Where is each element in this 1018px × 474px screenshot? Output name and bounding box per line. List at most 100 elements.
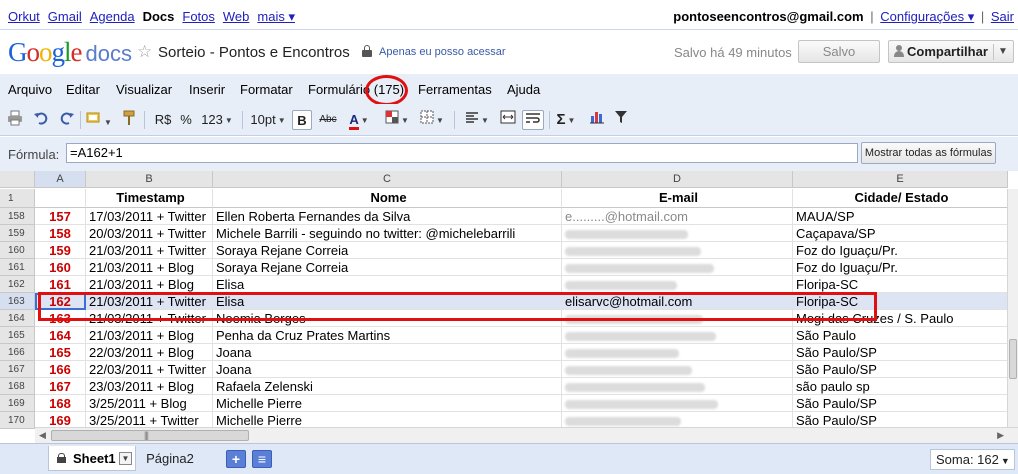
cell-cidade[interactable]: são paulo sp (793, 378, 1008, 395)
cell-email[interactable] (562, 327, 793, 344)
header-cell-nome[interactable]: Nome (213, 189, 562, 208)
cell-email[interactable]: e.........@hotmail.com (562, 208, 793, 225)
cell-index[interactable]: 160 (35, 259, 86, 276)
cell-index[interactable]: 167 (35, 378, 86, 395)
bold-button[interactable]: B (292, 110, 312, 130)
cell-cidade[interactable]: Foz do Iguaçu/Pr. (793, 259, 1008, 276)
row-header[interactable]: 164 (0, 310, 35, 327)
column-header-e[interactable]: E (793, 171, 1008, 188)
scroll-left-icon[interactable]: ◀ (39, 430, 46, 441)
formula-input[interactable]: =A162+1 (66, 143, 858, 163)
row-header[interactable]: 167 (0, 361, 35, 378)
save-button[interactable]: Salvo (798, 40, 880, 63)
cell-index[interactable]: 166 (35, 361, 86, 378)
tab-sheet1[interactable]: Sheet1 ▼ (48, 446, 136, 471)
cell-timestamp[interactable]: 22/03/2011 + Blog (86, 344, 213, 361)
cell-index[interactable]: 161 (35, 276, 86, 293)
cell-nome[interactable]: Michelle Pierre (213, 395, 562, 412)
merge-cells-icon[interactable] (498, 110, 518, 130)
row-header[interactable]: 170 (0, 412, 35, 429)
menu-formatar[interactable]: Formatar (240, 82, 293, 97)
align-dropdown[interactable]: ▼ (462, 110, 492, 130)
sheet-list-button[interactable]: ≡ (252, 450, 272, 468)
scroll-right-icon[interactable]: ▶ (997, 430, 1004, 441)
row-header[interactable]: 168 (0, 378, 35, 395)
row-header[interactable]: 160 (0, 242, 35, 259)
paint-format-icon[interactable] (120, 110, 138, 130)
header-cell-cidade[interactable]: Cidade/ Estado (793, 189, 1008, 208)
cell-email[interactable] (562, 344, 793, 361)
link-agenda[interactable]: Agenda (90, 9, 135, 25)
wrap-text-icon[interactable] (522, 110, 544, 130)
undo-icon[interactable] (32, 110, 50, 130)
cell-cidade[interactable]: Floripa-SC (793, 276, 1008, 293)
cell-email[interactable] (562, 395, 793, 412)
tab-pagina2[interactable]: Página2 (140, 446, 200, 471)
link-docs[interactable]: Docs (143, 9, 175, 25)
signout-link[interactable]: Sair (991, 9, 1014, 24)
header-cell-email[interactable]: E-mail (562, 189, 793, 208)
cell-timestamp[interactable]: 3/25/2011 + Blog (86, 395, 213, 412)
cell-email[interactable] (562, 259, 793, 276)
cell-email[interactable] (562, 225, 793, 242)
row-header[interactable]: 161 (0, 259, 35, 276)
privacy-link[interactable]: Apenas eu posso acessar (379, 46, 506, 58)
row-header[interactable]: 169 (0, 395, 35, 412)
horizontal-scrollbar[interactable]: ◀ ||| ▶ (35, 427, 1018, 443)
vertical-scrollbar[interactable] (1007, 189, 1018, 427)
cell-email[interactable] (562, 361, 793, 378)
cell-timestamp[interactable]: 21/03/2011 + Blog (86, 276, 213, 293)
column-header-d[interactable]: D (562, 171, 793, 188)
cell-cidade[interactable]: Caçapava/SP (793, 225, 1008, 242)
filter-icon[interactable] (612, 110, 630, 130)
cell-cidade[interactable]: São Paulo (793, 327, 1008, 344)
cell-index[interactable]: 158 (35, 225, 86, 242)
cell-timestamp[interactable]: 22/03/2011 + Twitter (86, 361, 213, 378)
cell-index[interactable]: 159 (35, 242, 86, 259)
link-gmail[interactable]: Gmail (48, 9, 82, 25)
link-more[interactable]: mais ▾ (257, 9, 295, 25)
text-color-dropdown[interactable]: A ▼ (344, 110, 374, 130)
row-header[interactable]: 162 (0, 276, 35, 293)
scrollbar-thumb[interactable] (1009, 339, 1017, 379)
cell-timestamp[interactable]: 20/03/2011 + Twitter (86, 225, 213, 242)
cell-cidade[interactable]: Foz do Iguaçu/Pr. (793, 242, 1008, 259)
cell-timestamp[interactable]: 17/03/2011 + Twitter (86, 208, 213, 225)
cell-nome[interactable]: Rafaela Zelenski (213, 378, 562, 395)
cell-email[interactable] (562, 242, 793, 259)
settings-link[interactable]: Configurações ▾ (880, 9, 974, 24)
row-header[interactable]: 163 (0, 293, 35, 310)
menu-inserir[interactable]: Inserir (189, 82, 225, 97)
percent-button[interactable]: % (178, 110, 194, 130)
cell-nome[interactable]: Joana (213, 344, 562, 361)
cell-email[interactable] (562, 276, 793, 293)
chevron-down-icon[interactable]: ▼ (998, 41, 1008, 62)
share-button[interactable]: Compartilhar ▼ (888, 40, 1014, 63)
cell-timestamp[interactable]: 21/03/2011 + Blog (86, 259, 213, 276)
redo-icon[interactable] (58, 110, 76, 130)
menu-visualizar[interactable]: Visualizar (116, 82, 172, 97)
row-header[interactable]: 159 (0, 225, 35, 242)
grid-corner[interactable] (0, 171, 35, 188)
menu-ferramentas[interactable]: Ferramentas (418, 82, 492, 97)
cell-index[interactable]: 164 (35, 327, 86, 344)
sum-readout[interactable]: Soma: 162 ▼ (930, 449, 1015, 470)
cell-index[interactable]: 157 (35, 208, 86, 225)
number-format-dropdown[interactable]: 123 ▼ (198, 110, 236, 130)
menu-ajuda[interactable]: Ajuda (507, 82, 540, 97)
cell-cidade[interactable]: São Paulo/SP (793, 361, 1008, 378)
currency-button[interactable]: R$ (152, 110, 174, 130)
cell-index[interactable]: 165 (35, 344, 86, 361)
cell-nome[interactable]: Soraya Rejane Correia (213, 242, 562, 259)
column-header-a[interactable]: A (35, 171, 86, 188)
row-header[interactable]: 1 (0, 189, 35, 208)
cell-nome[interactable]: Elisa (213, 276, 562, 293)
menu-arquivo[interactable]: Arquivo (8, 82, 52, 97)
cell-nome[interactable]: Joana (213, 361, 562, 378)
print-icon[interactable] (6, 110, 24, 130)
google-docs-logo[interactable]: Google docs (8, 37, 132, 68)
sum-dropdown[interactable]: Σ ▼ (553, 110, 579, 130)
borders-dropdown[interactable]: ▼ (418, 110, 446, 130)
document-title[interactable]: Sorteio - Pontos e Encontros (158, 44, 350, 61)
format-painter-icon[interactable]: ▼ (86, 110, 112, 130)
